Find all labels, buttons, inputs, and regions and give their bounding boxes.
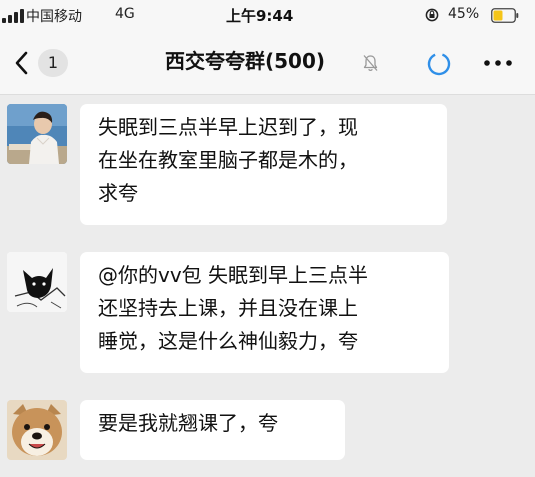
chevron-left-icon [15,51,28,75]
battery-icon [491,8,519,23]
network-type: 4G [115,6,135,22]
battery-percent: 45% [448,6,480,22]
rotation-lock-icon [425,8,439,22]
person-photo-avatar[interactable] [7,104,67,164]
chat-header: 1 西交夸夸群(500) [0,32,535,95]
message-text-line: 要是我就翘课了，夸 [98,411,278,435]
ellipsis-icon[interactable] [481,53,515,73]
message-text-line: 睡觉，这是什么神仙毅力，夸 [98,329,358,353]
message-text-line: @你的vv包 失眠到早上三点半 [98,263,369,287]
back-button[interactable]: 1 [8,45,72,81]
message-text-line: 在坐在教室里脑子都是木的， [98,148,358,172]
group-title: 西交夸夸群(500) [165,49,326,73]
message-bubble[interactable]: @你的vv包 失眠到早上三点半 还坚持去上课，并且没在课上 睡觉，这是什么神仙毅… [80,252,449,373]
message-text-line: 还坚持去上课，并且没在课上 [98,296,358,320]
bell-slash-icon [363,55,378,72]
message-text-line: 失眠到三点半早上迟到了，现 [98,115,358,139]
chat-screen: 中国移动 4G 上午9:44 45% 1 西交夸夸群(500) 失眠到三点半早上… [0,0,535,477]
message-text-line: 求夸 [98,181,138,205]
cat-sketch-avatar[interactable] [7,252,67,312]
status-time: 上午9:44 [226,7,294,25]
signal-strength-icon [2,9,24,23]
dog-avatar[interactable] [7,400,67,460]
status-bar: 中国移动 4G 上午9:44 45% [0,0,535,32]
message-bubble[interactable]: 要是我就翘课了，夸 [80,400,345,460]
message-bubble[interactable]: 失眠到三点半早上迟到了，现 在坐在教室里脑子都是木的， 求夸 [80,104,447,225]
circle-refresh-icon[interactable] [426,51,452,77]
unread-count-badge: 1 [38,49,68,77]
carrier-name: 中国移动 [26,9,82,25]
